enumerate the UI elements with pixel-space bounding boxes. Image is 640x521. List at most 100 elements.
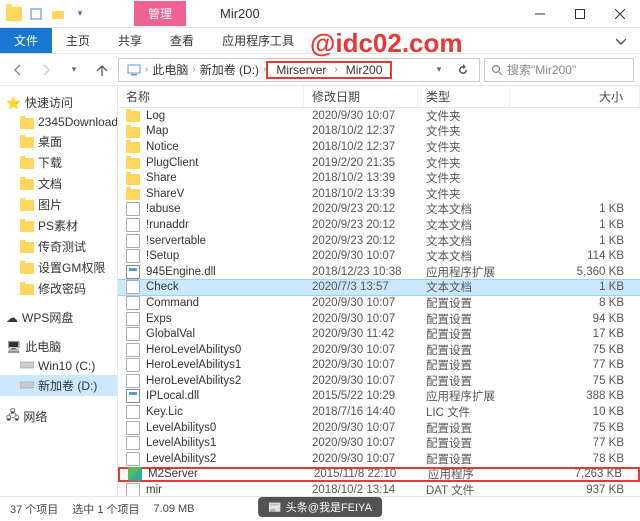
file-name: Exps — [146, 313, 172, 325]
nav-quick-item[interactable]: 2345Downloads — [0, 113, 117, 131]
file-row[interactable]: LevelAbilitys12020/9/30 10:07配置设置77 KB — [118, 435, 640, 451]
file-row[interactable]: !abuse2020/9/23 20:12文本文档1 KB — [118, 202, 640, 218]
folder-icon — [20, 200, 34, 211]
file-type: 配置设置 — [418, 342, 510, 358]
crumb-this-pc[interactable]: 此电脑 — [148, 61, 192, 78]
up-button[interactable] — [90, 58, 114, 82]
file-row[interactable]: LevelAbilitys22020/9/30 10:07配置设置78 KB — [118, 451, 640, 467]
file-name: 945Engine.dll — [146, 266, 216, 278]
file-size: 8 KB — [510, 297, 640, 309]
file-date: 2020/9/30 10:07 — [304, 375, 418, 387]
qat-properties-icon[interactable] — [26, 4, 46, 24]
tab-manage[interactable]: 管理 — [134, 1, 186, 26]
network-icon: 🖧 — [6, 406, 19, 427]
file-row[interactable]: 945Engine.dll2018/12/23 10:38应用程序扩展5,360… — [118, 264, 640, 280]
file-row[interactable]: Command2020/9/30 10:07配置设置8 KB — [118, 295, 640, 311]
back-button[interactable] — [6, 58, 30, 82]
nav-this-pc[interactable]: 🖥 此电脑 — [0, 336, 117, 357]
col-date[interactable]: 修改日期 — [304, 86, 418, 107]
nav-wps[interactable]: ☁ WPS网盘 — [0, 307, 117, 328]
file-icon — [126, 452, 140, 466]
crumb-pc-icon[interactable] — [123, 64, 145, 76]
file-row[interactable]: !runaddr2020/9/23 20:12文本文档1 KB — [118, 217, 640, 233]
crumb-mir200[interactable]: Mir200 — [342, 63, 387, 77]
nav-quick-item[interactable]: 图片 — [0, 194, 117, 215]
file-name: LevelAbilitys1 — [146, 437, 216, 449]
file-date: 2020/9/23 20:12 — [304, 219, 418, 231]
file-date: 2020/9/30 10:07 — [304, 110, 418, 122]
file-size: 17 KB — [510, 328, 640, 340]
col-type[interactable]: 类型 — [418, 86, 510, 107]
file-row[interactable]: HeroLevelAbilitys22020/9/30 10:07配置设置75 … — [118, 373, 640, 389]
close-button[interactable] — [600, 0, 640, 28]
file-row[interactable]: !Setup2020/9/30 10:07文本文档114 KB — [118, 248, 640, 264]
folder-icon — [126, 174, 140, 185]
nav-quick-item[interactable]: 设置GM权限 — [0, 257, 117, 278]
qat-new-folder-icon[interactable] — [48, 4, 68, 24]
tab-view[interactable]: 查看 — [156, 28, 208, 53]
nav-quick-item[interactable]: PS素材 — [0, 215, 117, 236]
recent-dropdown[interactable]: ▾ — [62, 58, 86, 82]
file-size: 114 KB — [510, 250, 640, 262]
file-row[interactable]: Log2020/9/30 10:07文件夹 — [118, 108, 640, 124]
file-row[interactable]: Exps2020/9/30 10:07配置设置94 KB — [118, 311, 640, 327]
file-row[interactable]: M2Server2015/11/8 22:10应用程序7,263 KB — [118, 467, 640, 483]
file-date: 2020/9/30 10:07 — [304, 359, 418, 371]
file-size: 937 KB — [510, 484, 640, 496]
file-row[interactable]: GlobalVal2020/9/30 11:42配置设置17 KB — [118, 326, 640, 342]
file-row[interactable]: PlugClient2019/2/20 21:35文件夹 — [118, 155, 640, 171]
tab-home[interactable]: 主页 — [52, 28, 104, 53]
nav-quick-access[interactable]: ⭐ 快速访问 — [0, 92, 117, 113]
minimize-button[interactable] — [520, 0, 560, 28]
tab-app-tools[interactable]: 应用程序工具 — [208, 28, 308, 53]
breadcrumb-dropdown-icon[interactable]: ▾ — [427, 58, 451, 82]
tab-file[interactable]: 文件 — [0, 28, 52, 53]
file-row[interactable]: HeroLevelAbilitys12020/9/30 10:07配置设置77 … — [118, 358, 640, 374]
file-size: 77 KB — [510, 359, 640, 371]
nav-wps-label: WPS网盘 — [22, 309, 73, 326]
breadcrumb[interactable]: › 此电脑 › 新加卷 (D:) › Mirserver › Mir200 ▾ — [118, 58, 480, 82]
file-size: 5,360 KB — [510, 266, 640, 278]
file-row[interactable]: !servertable2020/9/23 20:12文本文档1 KB — [118, 233, 640, 249]
chevron-right-icon[interactable]: › — [334, 64, 337, 75]
file-row[interactable]: LevelAbilitys02020/9/30 10:07配置设置75 KB — [118, 420, 640, 436]
file-row[interactable]: Notice2018/10/2 12:37文件夹 — [118, 139, 640, 155]
file-row[interactable]: ShareV2018/10/2 13:39文件夹 — [118, 186, 640, 202]
crumb-mirserver[interactable]: Mirserver — [272, 63, 330, 77]
nav-quick-item[interactable]: 下载 — [0, 152, 117, 173]
file-type: 文件夹 — [418, 186, 510, 202]
search-input[interactable]: 搜索"Mir200" — [484, 58, 634, 82]
nav-quick-item[interactable]: 桌面 — [0, 131, 117, 152]
file-row[interactable]: Key.Lic2018/7/16 14:40LIC 文件10 KB — [118, 404, 640, 420]
file-row[interactable]: IPLocal.dll2015/5/22 10:29应用程序扩展388 KB — [118, 389, 640, 405]
file-row[interactable]: HeroLevelAbilitys02020/9/30 10:07配置设置75 … — [118, 342, 640, 358]
file-row[interactable]: Share2018/10/2 13:39文件夹 — [118, 170, 640, 186]
file-row[interactable]: Map2018/10/2 12:37文件夹 — [118, 124, 640, 140]
tab-share[interactable]: 共享 — [104, 28, 156, 53]
file-icon — [126, 327, 140, 341]
nav-net-label: 网络 — [23, 408, 47, 425]
nav-quick-item[interactable]: 文档 — [0, 173, 117, 194]
maximize-button[interactable] — [560, 0, 600, 28]
nav-quick-item[interactable]: 修改密码 — [0, 278, 117, 299]
app-icon — [4, 4, 24, 24]
file-size: 1 KB — [510, 203, 640, 215]
nav-drive-item[interactable]: Win10 (C:) — [0, 357, 117, 375]
nav-quick-item[interactable]: 传奇测试 — [0, 236, 117, 257]
nav-network[interactable]: 🖧 网络 — [0, 404, 117, 429]
refresh-icon[interactable] — [451, 58, 475, 82]
file-row[interactable]: Check2020/7/3 13:57文本文档1 KB — [118, 280, 640, 296]
folder-icon — [20, 242, 34, 253]
navigation-pane: ⭐ 快速访问 2345Downloads桌面下载文档图片PS素材传奇测试设置GM… — [0, 86, 118, 496]
qat-dropdown-icon[interactable]: ▾ — [70, 4, 90, 24]
col-size[interactable]: 大小 — [510, 86, 640, 107]
nav-drive-item[interactable]: 新加卷 (D:) — [0, 375, 117, 396]
file-row[interactable]: mir2018/10/2 13:14DAT 文件937 KB — [118, 482, 640, 496]
ribbon-expand-icon[interactable] — [602, 28, 640, 53]
crumb-drive[interactable]: 新加卷 (D:) — [196, 61, 263, 78]
file-type: 应用程序扩展 — [418, 264, 510, 280]
toutiao-icon: 📰 — [268, 501, 282, 514]
file-name: !servertable — [146, 235, 206, 247]
col-name[interactable]: 名称 — [118, 86, 304, 107]
forward-button[interactable] — [34, 58, 58, 82]
